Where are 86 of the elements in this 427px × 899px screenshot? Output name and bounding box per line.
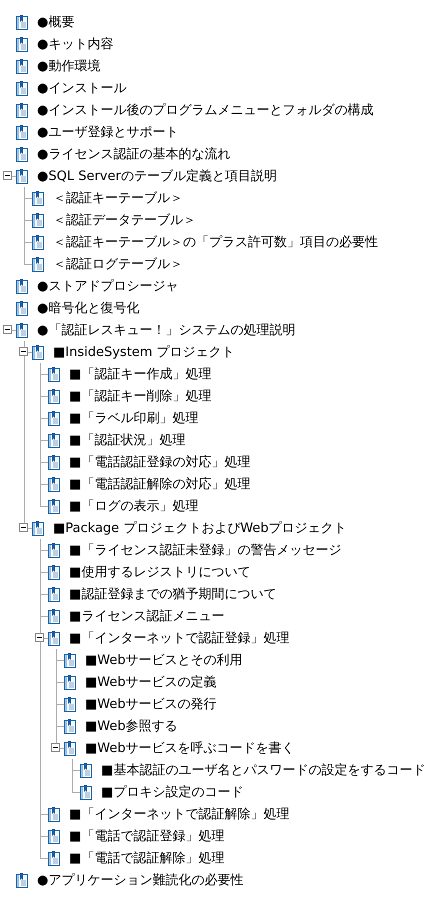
document-icon xyxy=(48,476,60,492)
document-icon xyxy=(48,542,60,558)
tree-item[interactable]: ■「ライセンス認証未登録」の警告メッセージ xyxy=(67,540,344,560)
document-icon xyxy=(16,300,28,316)
tree-item[interactable]: ＜認証キーテーブル＞の「プラス許可数」項目の必要性 xyxy=(51,232,380,252)
document-icon xyxy=(64,674,76,690)
tree-item[interactable]: ●ライセンス認証の基本的な流れ xyxy=(35,144,232,164)
document-icon xyxy=(48,564,60,580)
tree-item[interactable]: ■「電話認証解除の対応」処理 xyxy=(67,474,252,494)
tree-item[interactable]: ■Webサービスの発行 xyxy=(83,694,219,714)
collapse-toggle[interactable] xyxy=(3,171,12,180)
document-icon xyxy=(16,14,28,30)
tree-item[interactable]: ■「ラベル印刷」処理 xyxy=(67,408,200,428)
tree-item[interactable]: ●ユーザ登録とサポート xyxy=(35,122,180,142)
document-icon xyxy=(16,80,28,96)
document-icon xyxy=(48,410,60,426)
tree-item[interactable]: ●アプリケーション難読化の必要性 xyxy=(35,870,246,890)
tree-item[interactable]: ■「電話で認証解除」処理 xyxy=(67,848,226,868)
document-icon xyxy=(32,190,44,206)
tree-item[interactable]: ■Web参照する xyxy=(83,716,180,736)
tree-item[interactable]: ■「認証状況」処理 xyxy=(67,430,188,450)
tree-item[interactable]: ■「インターネットで認証登録」処理 xyxy=(67,628,292,648)
tree-item[interactable]: ■認証登録までの猶予期間について xyxy=(67,584,278,604)
tree-item[interactable]: ●インストール xyxy=(35,78,128,98)
tree-item[interactable]: ■「認証キー作成」処理 xyxy=(67,364,214,384)
document-icon xyxy=(16,168,28,184)
document-icon xyxy=(48,498,60,514)
document-icon xyxy=(80,762,92,778)
document-icon xyxy=(48,630,60,646)
document-icon xyxy=(16,278,28,294)
document-icon xyxy=(32,520,44,536)
tree-item[interactable]: ■「電話認証登録の対応」処理 xyxy=(67,452,252,472)
document-icon xyxy=(32,344,44,360)
tree-item[interactable]: ■Webサービスを呼ぶコードを書く xyxy=(83,738,297,758)
tree-item[interactable]: ＜認証データテーブル＞ xyxy=(51,210,198,230)
tree-item[interactable]: ■InsideSystem プロジェクト xyxy=(51,342,237,362)
document-icon xyxy=(32,256,44,272)
tree-item[interactable]: ■「認証キー削除」処理 xyxy=(67,386,214,406)
document-icon xyxy=(48,806,60,822)
tree-item[interactable]: ●暗号化と復号化 xyxy=(35,298,142,318)
document-icon xyxy=(32,212,44,228)
tree-item[interactable]: ●動作環境 xyxy=(35,56,102,76)
document-icon xyxy=(16,872,28,888)
document-icon xyxy=(64,718,76,734)
document-icon xyxy=(48,586,60,602)
document-icon xyxy=(48,388,60,404)
document-icon xyxy=(48,432,60,448)
document-icon xyxy=(48,454,60,470)
tree-item[interactable]: ●「認証レスキュー！」システムの処理説明 xyxy=(35,320,298,340)
document-icon xyxy=(64,652,76,668)
tree-item[interactable]: ＜認証ログテーブル＞ xyxy=(51,254,185,274)
document-icon xyxy=(48,366,60,382)
tree-item[interactable]: ■Webサービスとその利用 xyxy=(83,650,245,670)
document-icon xyxy=(80,784,92,800)
document-icon xyxy=(32,234,44,250)
tree-item[interactable]: ■Package プロジェクトおよびWebプロジェクト xyxy=(51,518,349,538)
tree-item[interactable]: ●ストアドプロシージャ xyxy=(35,276,180,296)
document-icon xyxy=(16,102,28,118)
collapse-toggle[interactable] xyxy=(51,743,60,752)
tree-item[interactable]: ●キット内容 xyxy=(35,34,116,54)
tree-item[interactable]: ■プロキシ設定のコード xyxy=(99,782,246,802)
tree-item[interactable]: ■「ログの表示」処理 xyxy=(67,496,200,516)
document-icon xyxy=(48,608,60,624)
tree-item[interactable]: ＜認証キーテーブル＞ xyxy=(51,188,185,208)
document-icon xyxy=(16,58,28,74)
tree-item[interactable]: ■使用するレジストリについて xyxy=(67,562,252,582)
collapse-toggle[interactable] xyxy=(35,633,44,642)
tree-item[interactable]: ■「インターネットで認証解除」処理 xyxy=(67,804,292,824)
document-icon xyxy=(64,696,76,712)
collapse-toggle[interactable] xyxy=(19,523,28,532)
tree-item[interactable]: ●SQL Serverのテーブル定義と項目説明 xyxy=(35,166,279,186)
tree-item[interactable]: ●概要 xyxy=(35,12,76,32)
document-icon xyxy=(64,740,76,756)
tree-item[interactable]: ■「電話で認証登録」処理 xyxy=(67,826,226,846)
tree-item[interactable]: ■基本認証のユーザ名とパスワードの設定をするコード xyxy=(99,760,427,780)
tree-item[interactable]: ■ライセンス認証メニュー xyxy=(67,606,226,626)
document-icon xyxy=(48,828,60,844)
collapse-toggle[interactable] xyxy=(3,325,12,334)
document-icon xyxy=(48,850,60,866)
tree-item[interactable]: ■Webサービスの定義 xyxy=(83,672,219,692)
document-icon xyxy=(16,36,28,52)
document-icon xyxy=(16,124,28,140)
document-icon xyxy=(16,146,28,162)
tree-item[interactable]: ●インストール後のプログラムメニューとフォルダの構成 xyxy=(35,100,376,120)
collapse-toggle[interactable] xyxy=(19,347,28,356)
document-icon xyxy=(16,322,28,338)
